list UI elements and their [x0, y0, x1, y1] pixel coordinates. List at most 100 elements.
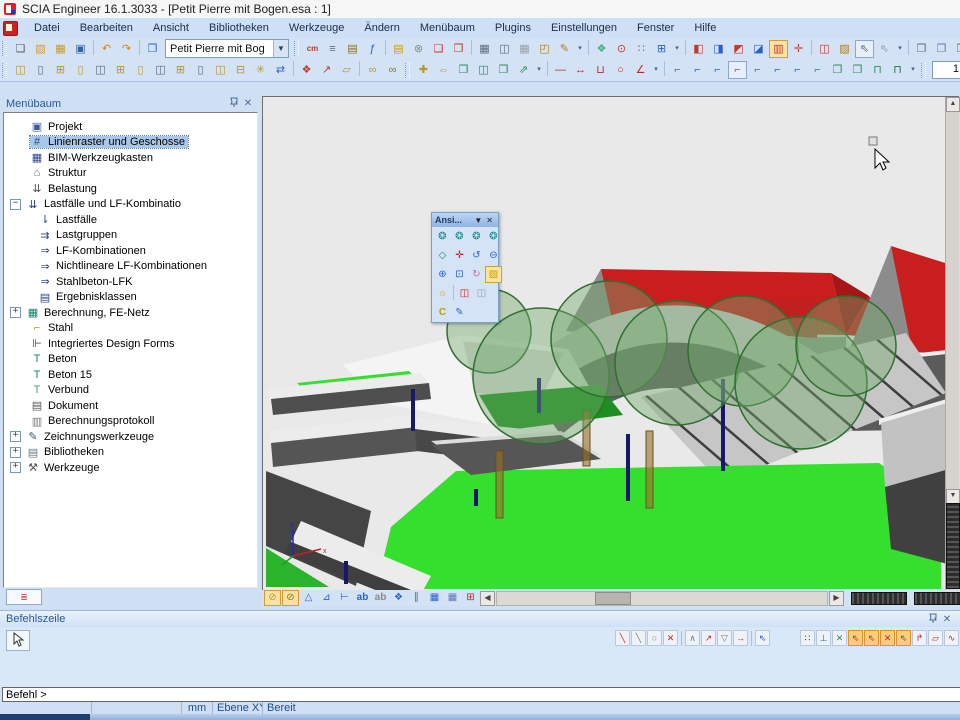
- draw-line-icon[interactable]: —: [551, 61, 570, 79]
- chevron-down-icon[interactable]: ▼: [472, 216, 484, 225]
- view-frame-7-icon[interactable]: ⌐: [788, 61, 807, 79]
- viewport-3d-scene[interactable]: zx: [263, 97, 946, 591]
- tree-item-beton-15[interactable]: TBeton 15: [4, 367, 257, 383]
- connect-nodes-icon[interactable]: ❖: [297, 61, 316, 79]
- pin-icon[interactable]: [227, 97, 241, 110]
- grid-tool-5-icon[interactable]: ◫: [91, 61, 110, 79]
- snap-line-grid-icon[interactable]: ⊥: [816, 630, 831, 646]
- dimension-lines-icon[interactable]: ↔: [571, 61, 590, 79]
- move-add-icon[interactable]: ✚: [414, 61, 433, 79]
- snap-tangent-icon[interactable]: ↗: [701, 630, 716, 646]
- tree-item-lastfalle[interactable]: ⇂Lastfälle: [4, 212, 257, 228]
- tree-item-dokument[interactable]: ▤Dokument: [4, 398, 257, 414]
- render-image-2-icon[interactable]: ◫: [473, 285, 490, 302]
- toolbar-grip[interactable]: [405, 63, 410, 78]
- snap-vertex-icon[interactable]: ∧: [685, 630, 700, 646]
- tree-item-bibliotheken[interactable]: +▤Bibliotheken: [4, 445, 257, 461]
- show-supports-icon[interactable]: ⊢: [336, 590, 353, 606]
- grid-tool-7-icon[interactable]: ▯: [131, 61, 150, 79]
- view-along-z-icon[interactable]: ❂: [468, 228, 485, 245]
- tree-item-beton[interactable]: TBeton: [4, 352, 257, 368]
- menu-fenster[interactable]: Fenster: [627, 20, 684, 36]
- tree-item-ergebnisklassen[interactable]: ▤Ergebnisklassen: [4, 290, 257, 306]
- export-model-icon[interactable]: ◰: [535, 40, 554, 58]
- toolbar-grip[interactable]: [294, 41, 299, 56]
- collapse-icon[interactable]: −: [10, 199, 21, 210]
- combo-dropdown-icon[interactable]: ▼: [273, 40, 288, 57]
- overflow-1-icon[interactable]: ▾: [575, 40, 585, 58]
- ansicht-titlebar[interactable]: Ansi... ▼ ✕: [432, 213, 498, 227]
- overflow-2-icon[interactable]: ▾: [672, 40, 682, 58]
- snap-arc-icon[interactable]: ○: [647, 630, 662, 646]
- clean-unused-icon[interactable]: ⊗: [409, 40, 428, 58]
- document-icon[interactable]: [3, 21, 18, 36]
- units-cm-icon[interactable]: cm: [303, 40, 322, 58]
- pin-icon[interactable]: [926, 613, 940, 626]
- snap-orthogonal-icon[interactable]: ↱: [912, 630, 927, 646]
- menu-menubaum[interactable]: Menübaum: [410, 20, 485, 36]
- zoom-all-icon[interactable]: ↻: [468, 266, 485, 283]
- view-frame-6-icon[interactable]: ⌐: [768, 61, 787, 79]
- pick-cursor-icon[interactable]: ⇖: [755, 630, 770, 646]
- zoom-out-icon[interactable]: ⊖: [485, 247, 502, 264]
- light-settings-icon[interactable]: ☼: [434, 285, 451, 302]
- scroll-down-icon[interactable]: ▼: [946, 489, 960, 504]
- rotate-view-icon[interactable]: ↺: [468, 247, 485, 264]
- toolbar-grip[interactable]: [921, 63, 926, 78]
- snap-curve-icon[interactable]: →: [733, 630, 748, 646]
- member-select-3-icon[interactable]: ◩: [729, 40, 748, 58]
- tree-item-berechnung-fe-netz[interactable]: +▦Berechnung, FE-Netz: [4, 305, 257, 321]
- drawing-settings-icon[interactable]: ✎: [451, 304, 468, 321]
- cursor-mode-2-icon[interactable]: ⇖: [875, 40, 894, 58]
- tree-item-verbund[interactable]: TVerbund: [4, 383, 257, 399]
- copy-single-icon[interactable]: ❐: [454, 61, 473, 79]
- menu-hilfe[interactable]: Hilfe: [684, 20, 726, 36]
- tree-item-lastgruppen[interactable]: ⇉Lastgruppen: [4, 228, 257, 244]
- menu-plugins[interactable]: Plugins: [485, 20, 541, 36]
- move-vector-icon[interactable]: ⇗: [514, 61, 533, 79]
- calculator-icon[interactable]: ▦: [515, 40, 534, 58]
- view-along-y-icon[interactable]: ❂: [451, 228, 468, 245]
- overflow-5-icon[interactable]: ▾: [534, 61, 544, 79]
- snap-line-icon[interactable]: ╲: [631, 630, 646, 646]
- new-document-icon[interactable]: ❏: [11, 40, 30, 58]
- view-parameters-1-icon[interactable]: ❑: [429, 40, 448, 58]
- view-parameters-2-icon[interactable]: ❒: [449, 40, 468, 58]
- menu-werkzeuge[interactable]: Werkzeuge: [279, 20, 354, 36]
- fast-view-1-icon[interactable]: ▦: [426, 590, 443, 606]
- save-icon[interactable]: ▣: [71, 40, 90, 58]
- view-settings-icon[interactable]: ▨: [485, 266, 502, 283]
- view-along-x-icon[interactable]: ❂: [434, 228, 451, 245]
- snap-grid-points-icon[interactable]: ∷: [800, 630, 815, 646]
- tree-item-projekt[interactable]: ▣Projekt: [4, 119, 257, 135]
- member-select-4-icon[interactable]: ◪: [749, 40, 768, 58]
- selection-cursor-button[interactable]: [6, 630, 30, 651]
- toolbar-grip[interactable]: [2, 63, 7, 78]
- redraw-icon[interactable]: ⊞: [462, 590, 479, 606]
- snap-nearest-icon[interactable]: ⇖: [896, 630, 911, 646]
- hatch-f-icon[interactable]: ⊓: [888, 61, 907, 79]
- menu-andern[interactable]: Ändern: [354, 20, 409, 36]
- grid-tool-2-icon[interactable]: ▯: [31, 61, 50, 79]
- open-results-icon[interactable]: ▨: [835, 40, 854, 58]
- new-window-3-icon[interactable]: ❐: [952, 40, 960, 58]
- scroll-left-icon[interactable]: ◀: [480, 591, 495, 606]
- view-frame-3-icon[interactable]: ⌐: [708, 61, 727, 79]
- layers-icon[interactable]: ≡: [323, 40, 342, 58]
- free-lines-icon[interactable]: ✳: [251, 61, 270, 79]
- render-image-icon[interactable]: ◫: [456, 285, 473, 302]
- grid-tool-1-icon[interactable]: ◫: [11, 61, 30, 79]
- render-mode-2-icon[interactable]: ⊘: [282, 590, 299, 606]
- menu-bearbeiten[interactable]: Bearbeiten: [70, 20, 143, 36]
- snap-remove-icon[interactable]: ✕: [663, 630, 678, 646]
- zoom-window-icon[interactable]: ⊡: [451, 266, 468, 283]
- rotation-bar-vertical[interactable]: [946, 503, 960, 589]
- project-manager-icon[interactable]: ❐: [143, 40, 162, 58]
- rotation-bar-2[interactable]: [914, 592, 960, 605]
- close-icon[interactable]: ✕: [484, 216, 495, 225]
- print-preview-icon[interactable]: ◫: [495, 40, 514, 58]
- expand-icon[interactable]: +: [10, 447, 21, 458]
- filter-green-3-icon[interactable]: ❐: [848, 61, 867, 79]
- panel-tab-menubaum[interactable]: ≣: [6, 589, 42, 605]
- tree-item-linienraster-und-geschosse[interactable]: #Linienraster und Geschosse: [4, 135, 257, 151]
